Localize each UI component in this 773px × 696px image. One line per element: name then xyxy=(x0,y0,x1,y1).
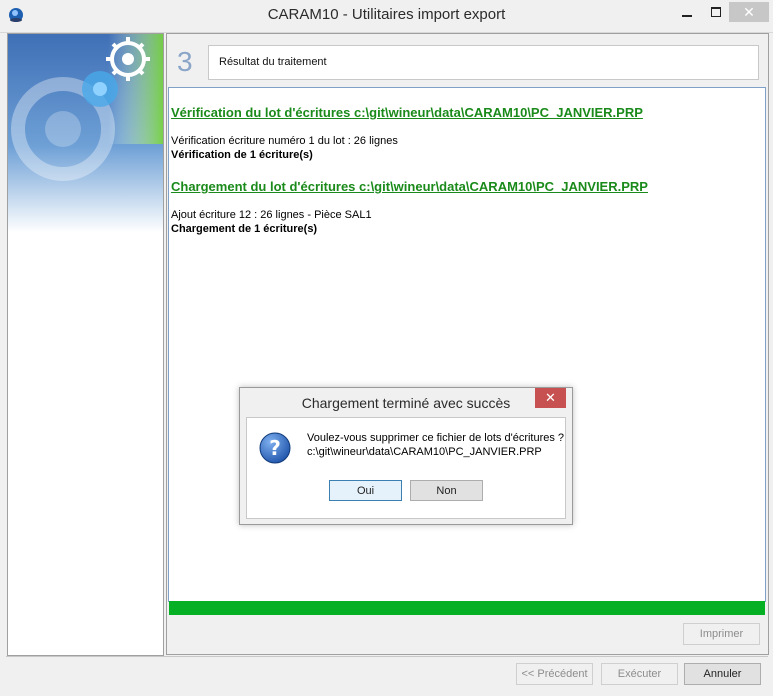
verification-detail: Vérification écriture numéro 1 du lot : … xyxy=(171,135,398,147)
minimize-icon[interactable] xyxy=(676,2,698,22)
print-button[interactable]: Imprimer xyxy=(683,623,760,645)
progress-bar xyxy=(169,601,765,615)
verification-heading[interactable]: Vérification du lot d'écritures c:\git\w… xyxy=(171,105,643,120)
step-header: Résultat du traitement xyxy=(208,45,759,80)
verification-summary: Vérification de 1 écriture(s) xyxy=(171,149,313,161)
progress-fill xyxy=(169,601,765,615)
dialog-title: Chargement terminé avec succès xyxy=(301,395,511,411)
dialog-close-icon[interactable]: ✕ xyxy=(535,388,566,408)
confirm-dialog: Chargement terminé avec succès ✕ ? Voule… xyxy=(239,387,573,525)
wizard-side-image xyxy=(7,33,164,656)
window-title: CARAM10 - Utilitaires import export xyxy=(267,6,506,23)
previous-button[interactable]: << Précédent xyxy=(516,663,593,685)
window-titlebar: CARAM10 - Utilitaires import export ✕ xyxy=(0,0,773,33)
loading-heading[interactable]: Chargement du lot d'écritures c:\git\win… xyxy=(171,179,648,194)
no-button[interactable]: Non xyxy=(410,480,483,501)
dialog-body: ? Voulez-vous supprimer ce fichier de lo… xyxy=(246,417,566,519)
loading-summary: Chargement de 1 écriture(s) xyxy=(171,223,318,235)
step-number: 3 xyxy=(177,46,193,77)
question-icon: ? xyxy=(259,432,291,464)
execute-button[interactable]: Exécuter xyxy=(601,663,678,685)
dialog-message: Voulez-vous supprimer ce fichier de lots… xyxy=(307,432,565,444)
wizard-content: 3 Résultat du traitement Vérification du… xyxy=(166,33,769,655)
dialog-path: c:\git\wineur\data\CARAM10\PC_JANVIER.PR… xyxy=(307,446,542,458)
close-icon[interactable]: ✕ xyxy=(729,2,769,22)
cancel-button[interactable]: Annuler xyxy=(684,663,761,685)
step-title: Résultat du traitement xyxy=(219,56,327,68)
yes-button[interactable]: Oui xyxy=(329,480,402,501)
maximize-icon[interactable] xyxy=(705,2,727,22)
svg-text:?: ? xyxy=(269,436,281,460)
loading-detail: Ajout écriture 12 : 26 lignes - Pièce SA… xyxy=(171,209,372,221)
